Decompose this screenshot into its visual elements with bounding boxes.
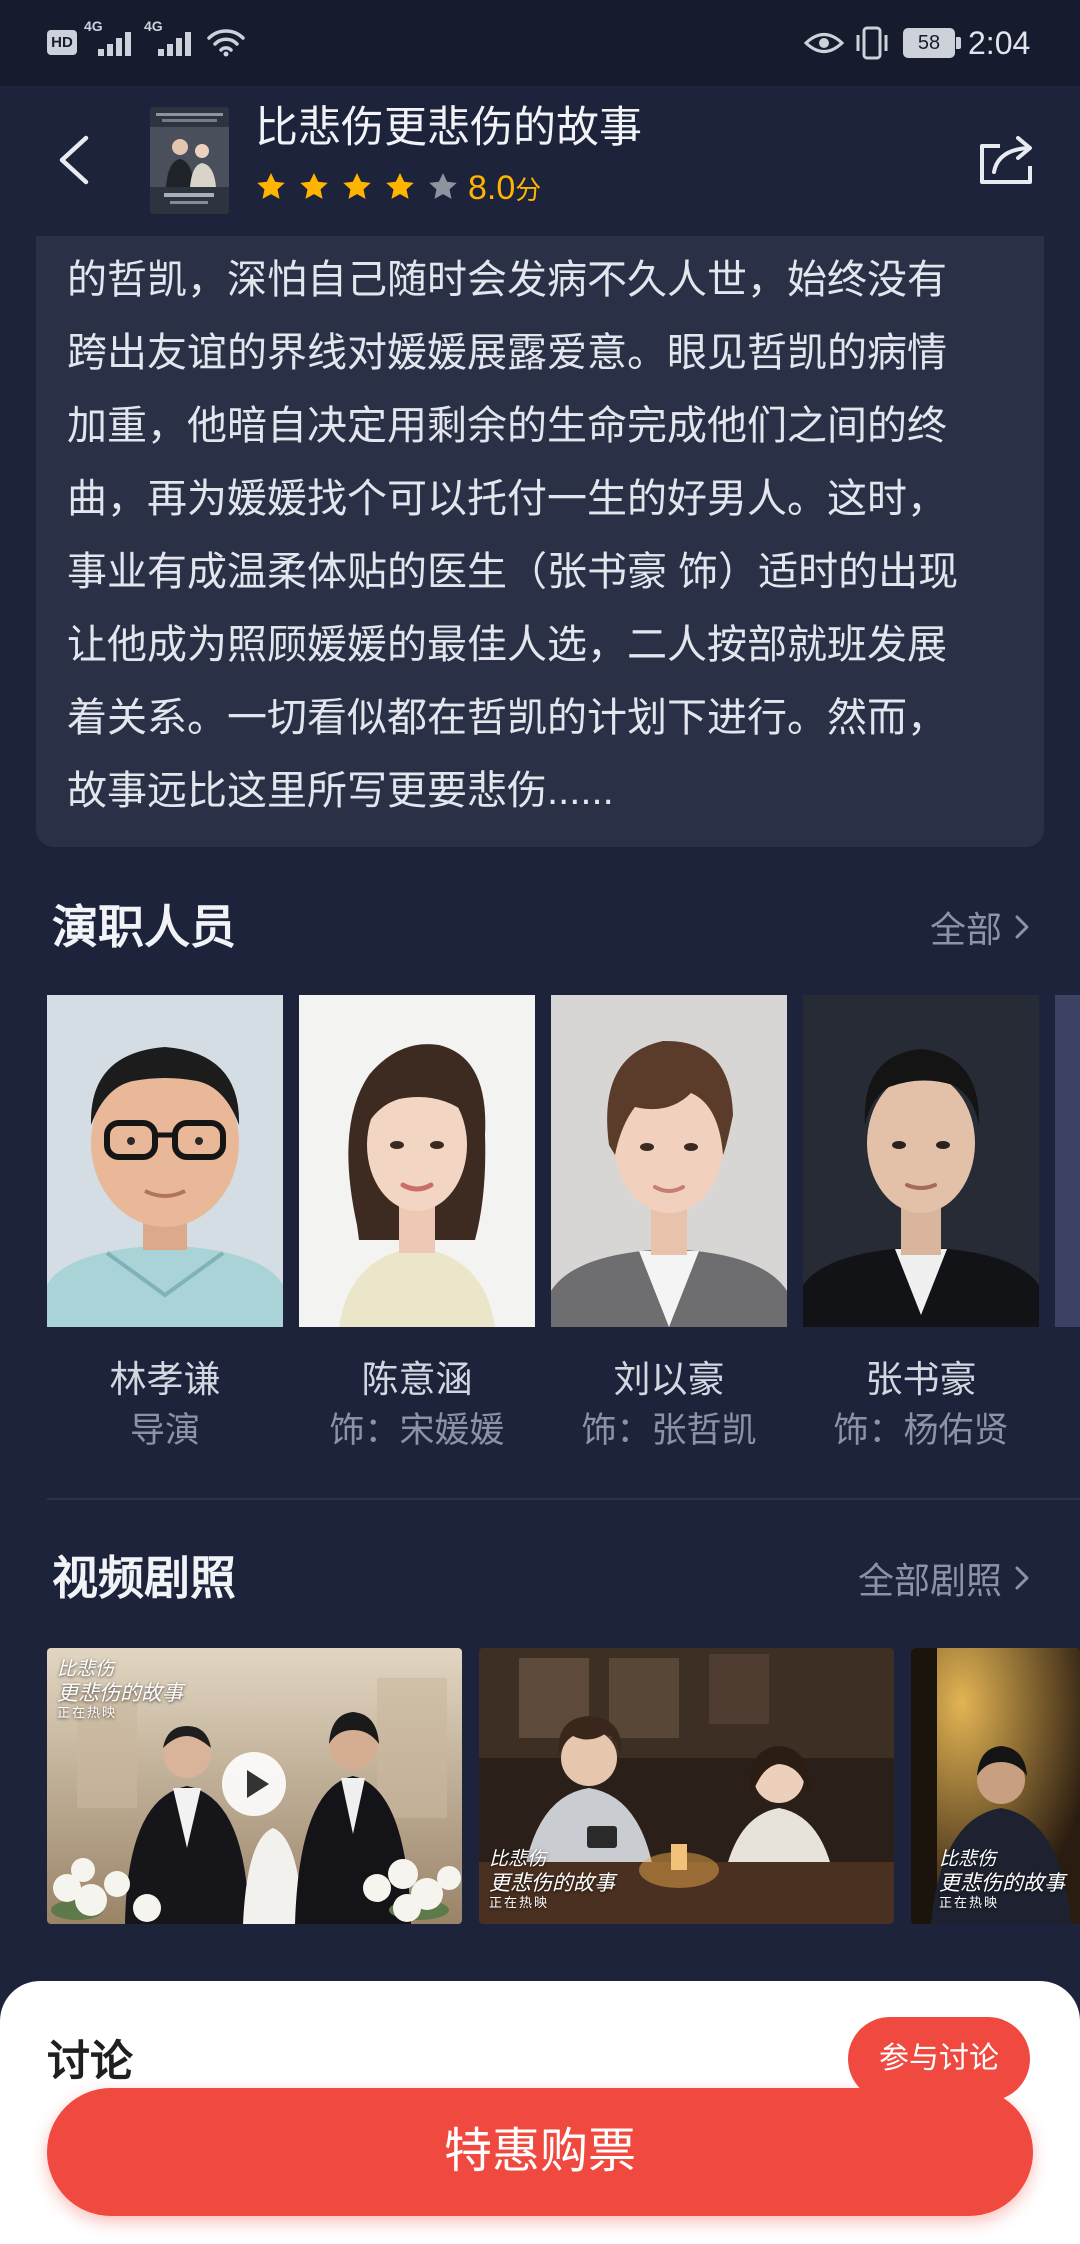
still-watermark-line: 比悲伤 bbox=[489, 1848, 547, 1871]
cast-card[interactable]: 林孝谦 导演 bbox=[47, 995, 283, 1455]
still-watermark: 比悲伤 更悲伤的故事 正在热映 bbox=[489, 1848, 615, 1912]
still-watermark: 比悲伤 更悲伤的故事 正在热映 bbox=[939, 1848, 1065, 1912]
synopsis-line: 着关系。一切看似都在哲凯的计划下进行。然而， bbox=[67, 696, 947, 740]
still-watermark-line: 正在热映 bbox=[57, 1705, 118, 1721]
movie-title: 比悲伤更悲伤的故事 bbox=[255, 104, 642, 152]
cast-role: 饰：宋媛媛 bbox=[329, 1411, 505, 1450]
video-still[interactable]: 比悲伤 更悲伤的故事 正在热映 bbox=[47, 1648, 462, 1924]
still-watermark-line: 正在热映 bbox=[489, 1896, 550, 1912]
cast-role: 饰：张哲凯 bbox=[581, 1411, 757, 1450]
cast-photo bbox=[551, 995, 787, 1327]
still-watermark-line: 更悲伤的故事 bbox=[57, 1680, 183, 1705]
stills-view-all-link[interactable]: 全部剧照 bbox=[858, 1553, 1030, 1603]
eye-comfort-icon bbox=[804, 33, 844, 53]
cast-card[interactable]: 刘以豪 饰：张哲凯 bbox=[551, 995, 787, 1455]
chevron-right-icon bbox=[1015, 915, 1029, 939]
video-still[interactable]: 比悲伤 更悲伤的故事 正在热映 bbox=[911, 1648, 1080, 1924]
synopsis-line: 加重，他暗自决定用剩余的生命完成他们之间的终 bbox=[67, 404, 947, 448]
battery-nub bbox=[956, 37, 961, 49]
cast-name: 陈意涵 bbox=[361, 1359, 473, 1400]
synopsis-line: 故事远比这里所写更要悲伤...... bbox=[67, 769, 614, 813]
chevron-left-icon[interactable] bbox=[56, 134, 92, 186]
star-icon bbox=[429, 173, 457, 199]
star-icon bbox=[257, 173, 285, 199]
cast-card[interactable]: 张书豪 饰：杨佑贤 bbox=[803, 995, 1039, 1455]
discussion-title: 讨论 bbox=[47, 2038, 133, 2086]
wifi-icon bbox=[207, 29, 245, 57]
discussion-sheet: 讨论 参与讨论 特惠购票 bbox=[0, 1981, 1080, 2244]
star-icon bbox=[386, 173, 414, 199]
stills-section-title: 视频剧照 bbox=[52, 1552, 236, 1604]
cast-name: 张书豪 bbox=[865, 1359, 977, 1400]
cast-photo bbox=[803, 995, 1039, 1327]
cast-card[interactable]: 陈意涵 饰：宋媛媛 bbox=[299, 995, 535, 1455]
status-bar: HD 4G 4G 58 2:04 bbox=[0, 0, 1080, 86]
cast-name: 林孝谦 bbox=[109, 1359, 221, 1400]
cast-role: 导演 bbox=[129, 1411, 200, 1450]
synopsis-line: 的哲凯，深怕自己随时会发病不久人世，始终没有 bbox=[67, 258, 947, 302]
rating-unit: 分 bbox=[515, 175, 542, 205]
star-rating bbox=[255, 171, 459, 203]
cellular-signal-icon bbox=[158, 32, 191, 56]
still-watermark-line: 比悲伤 bbox=[57, 1658, 115, 1680]
synopsis-line: 曲，再为媛媛找个可以托付一生的好男人。这时， bbox=[67, 477, 947, 521]
rating-score: 8.0分 bbox=[468, 166, 541, 212]
synopsis-line: 事业有成温柔体贴的医生（张书豪 饰）适时的出现 bbox=[67, 550, 959, 594]
stills-view-all-label: 全部剧照 bbox=[857, 1560, 1002, 1601]
cast-photo bbox=[299, 995, 535, 1327]
cast-photo bbox=[47, 995, 283, 1327]
battery-icon: 58 bbox=[903, 28, 955, 58]
synopsis-line: 跨出友谊的界线对媛媛展露爱意。眼见哲凯的病情 bbox=[67, 331, 947, 375]
hd-indicator: HD bbox=[47, 30, 77, 55]
video-still[interactable]: 比悲伤 更悲伤的故事 正在热映 bbox=[479, 1648, 894, 1924]
cast-role: 饰：杨佑贤 bbox=[833, 1411, 1009, 1450]
section-divider bbox=[47, 1498, 1080, 1500]
play-button-icon[interactable] bbox=[220, 1750, 288, 1818]
vibrate-icon bbox=[856, 26, 888, 60]
share-icon[interactable] bbox=[976, 132, 1038, 188]
synopsis-card[interactable]: 的哲凯，深怕自己随时会发病不久人世，始终没有 跨出友谊的界线对媛媛展露爱意。眼见… bbox=[36, 236, 1044, 847]
synopsis-line: 让他成为照顾媛媛的最佳人选，二人按部就班发展 bbox=[67, 623, 947, 667]
still-watermark: 比悲伤 更悲伤的故事 正在热映 bbox=[57, 1658, 183, 1722]
still-watermark-line: 正在热映 bbox=[939, 1896, 1000, 1912]
still-watermark-line: 更悲伤的故事 bbox=[489, 1871, 615, 1896]
cast-name: 刘以豪 bbox=[613, 1359, 725, 1400]
cast-view-all-link[interactable]: 全部 bbox=[930, 902, 1030, 952]
star-icon bbox=[300, 173, 328, 199]
chevron-right-icon bbox=[1015, 1566, 1029, 1590]
cast-photo-partial[interactable] bbox=[1055, 995, 1080, 1327]
cast-section-title: 演职人员 bbox=[52, 901, 236, 953]
movie-poster-thumbnail[interactable] bbox=[150, 107, 229, 214]
still-watermark-line: 比悲伤 bbox=[939, 1848, 997, 1871]
cellular-signal-icon bbox=[98, 32, 131, 56]
still-watermark-line: 更悲伤的故事 bbox=[939, 1871, 1065, 1896]
star-icon bbox=[343, 173, 371, 199]
rating-value: 8.0 bbox=[468, 169, 516, 207]
buy-ticket-button[interactable]: 特惠购票 bbox=[47, 2088, 1033, 2216]
clock: 2:04 bbox=[968, 25, 1031, 61]
cast-view-all-label: 全部 bbox=[929, 909, 1002, 950]
